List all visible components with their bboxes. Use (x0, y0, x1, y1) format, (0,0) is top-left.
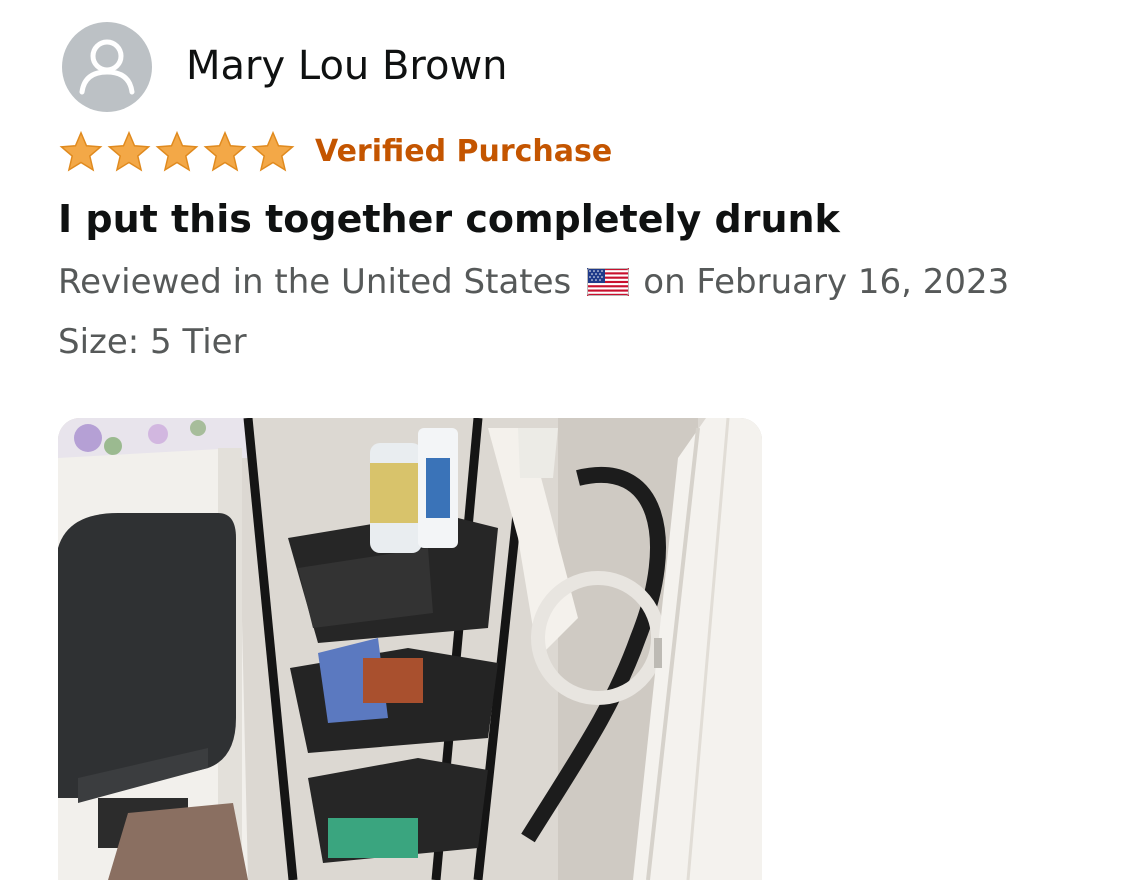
reviewer-avatar[interactable] (62, 22, 152, 112)
star-icon (59, 130, 103, 172)
us-flag-icon (587, 268, 630, 296)
review-title: I put this together completely drunk (58, 197, 840, 241)
star-icon (203, 130, 247, 172)
review-image (58, 418, 762, 880)
reviewed-location-text: Reviewed in the United States (58, 262, 572, 302)
star-rating (58, 130, 296, 174)
star-icon (251, 130, 295, 172)
review-meta: Reviewed in the United States on Februar… (58, 260, 1009, 304)
star-icon (155, 130, 199, 172)
verified-purchase-badge[interactable]: Verified Purchase (315, 132, 612, 172)
reviewer-name[interactable]: Mary Lou Brown (186, 42, 508, 90)
user-silhouette-icon (79, 39, 135, 95)
review-date: on February 16, 2023 (643, 262, 1010, 302)
review-photo[interactable] (58, 418, 762, 880)
product-size-variant: Size: 5 Tier (58, 322, 247, 362)
star-icon (107, 130, 151, 172)
